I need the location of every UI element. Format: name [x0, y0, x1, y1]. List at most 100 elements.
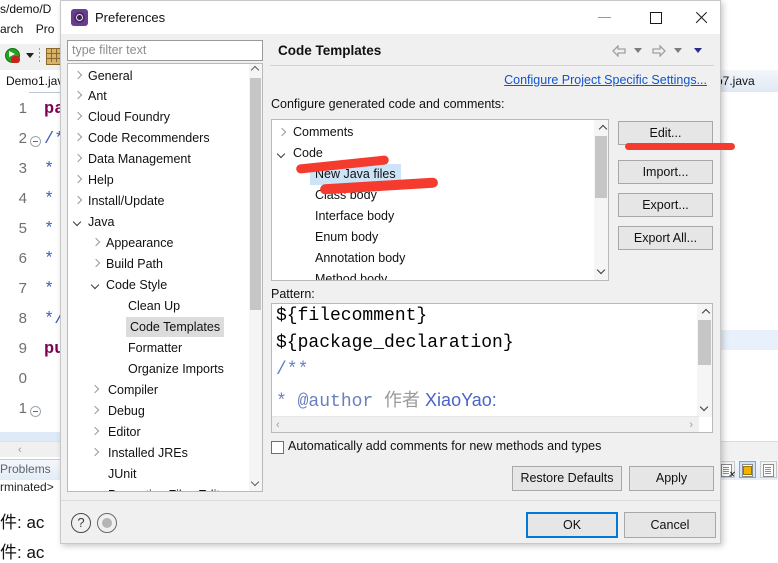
tree-item-code-style[interactable]: Code Style	[90, 275, 167, 295]
scroll-down-icon[interactable]	[597, 265, 607, 275]
tree-item-install-update[interactable]: Install/Update	[72, 191, 164, 211]
close-icon[interactable]	[678, 1, 724, 34]
tree-item-code-recommenders[interactable]: Code Recommenders	[72, 128, 210, 148]
tree-item-properties-files-editor[interactable]: Properties Files Editor	[108, 485, 231, 491]
tree-item-help[interactable]: Help	[72, 170, 114, 190]
import-button[interactable]: Import...	[618, 160, 713, 184]
tree-item-cloud-foundry[interactable]: Cloud Foundry	[72, 107, 170, 127]
tree-item-debug[interactable]: Debug	[108, 401, 145, 421]
tree-item-clean-up[interactable]: Clean Up	[128, 296, 180, 316]
editor-horizontal-scrollbar[interactable]: ‹	[0, 441, 60, 457]
tree-item-general[interactable]: General	[72, 66, 132, 86]
chevron-right-icon[interactable]	[73, 91, 83, 101]
chevron-right-icon[interactable]	[73, 175, 83, 185]
forward-arrow-icon[interactable]	[652, 44, 666, 58]
chevron-down-icon[interactable]	[73, 217, 83, 227]
menu-item-project[interactable]: Pro	[36, 22, 55, 36]
export-button[interactable]: Export...	[618, 193, 713, 217]
preferences-tree[interactable]: General Ant Cloud Foundry Code Recommend…	[67, 63, 263, 492]
tree-item-junit[interactable]: JUnit	[108, 464, 136, 484]
apply-button[interactable]: Apply	[629, 466, 714, 491]
scroll-left-icon[interactable]: ‹	[276, 419, 280, 431]
maximize-icon[interactable]	[633, 1, 679, 34]
problems-tab-label[interactable]: Problems	[0, 462, 51, 476]
chevron-right-icon[interactable]	[73, 71, 83, 81]
filter-input[interactable]: type filter text	[67, 40, 263, 61]
scroll-down-icon[interactable]	[252, 479, 259, 486]
cancel-button[interactable]: Cancel	[624, 512, 716, 538]
chevron-right-icon[interactable]	[90, 406, 100, 416]
chevron-right-icon[interactable]	[90, 427, 100, 437]
scroll-up-icon[interactable]	[252, 67, 259, 74]
code-templates-tree[interactable]: Comments Code New Java files Class body …	[271, 119, 609, 281]
auto-add-comments-checkbox[interactable]	[271, 441, 284, 454]
editor-tab-demo1[interactable]: Demo1.jav	[0, 70, 70, 92]
chevron-right-icon[interactable]	[91, 259, 101, 269]
chevron-right-icon[interactable]	[73, 133, 83, 143]
scroll-right-icon[interactable]: ›	[689, 419, 693, 431]
template-item-annotation-body[interactable]: Annotation body	[315, 248, 405, 269]
auto-add-comments-label[interactable]: Automatically add comments for new metho…	[288, 439, 601, 453]
menu-item-search[interactable]: arch	[0, 22, 23, 36]
fold-toggle-icon[interactable]	[30, 406, 41, 417]
chevron-right-icon[interactable]	[73, 154, 83, 164]
tree-item-organize-imports[interactable]: Organize Imports	[128, 359, 224, 379]
template-item-interface-body[interactable]: Interface body	[315, 206, 394, 227]
run-debug-icon[interactable]	[5, 48, 21, 64]
pattern-textarea[interactable]: ${filecomment} ${package_declaration} /*…	[271, 303, 713, 433]
dropdown-caret-icon[interactable]	[26, 53, 34, 58]
tree-item-appearance[interactable]: Appearance	[90, 233, 173, 253]
export-all-button[interactable]: Export All...	[618, 226, 713, 250]
forward-dropdown-caret-icon[interactable]	[674, 48, 682, 53]
minimize-icon[interactable]	[582, 1, 628, 34]
tree-item-data-management[interactable]: Data Management	[72, 149, 191, 169]
dialog-title-bar[interactable]: Preferences	[61, 1, 720, 34]
chevron-right-icon[interactable]	[91, 238, 101, 248]
view-toolbar-icons[interactable]: ✕	[718, 461, 778, 481]
tree-item-code-templates[interactable]: Code Templates	[126, 317, 225, 337]
scroll-up-icon[interactable]	[700, 308, 710, 318]
scrollbar-thumb[interactable]	[250, 78, 261, 310]
menu-bar[interactable]: arch Pro	[0, 22, 63, 36]
chevron-down-icon[interactable]	[277, 149, 287, 159]
tree-vertical-scrollbar[interactable]	[249, 64, 262, 491]
context-help-icon[interactable]	[97, 513, 117, 533]
tree-item-compiler[interactable]: Compiler	[108, 380, 158, 400]
templates-vertical-scrollbar[interactable]	[594, 120, 608, 280]
configure-project-specific-settings-link[interactable]: Configure Project Specific Settings...	[504, 73, 707, 87]
template-item-code[interactable]: Code	[276, 143, 323, 164]
help-question-icon[interactable]: ?	[71, 513, 91, 533]
pattern-vertical-scrollbar[interactable]	[697, 304, 712, 417]
scrollbar-thumb[interactable]	[595, 136, 607, 198]
template-item-enum-body[interactable]: Enum body	[315, 227, 378, 248]
scroll-down-icon[interactable]	[700, 402, 710, 412]
restore-defaults-button[interactable]: Restore Defaults	[512, 466, 622, 491]
template-item-comments[interactable]: Comments	[276, 122, 353, 143]
scrollbar-thumb[interactable]	[698, 320, 711, 365]
back-arrow-icon[interactable]	[612, 44, 626, 58]
tree-item-editor[interactable]: Editor	[108, 422, 141, 442]
page-icon[interactable]	[760, 461, 777, 478]
scroll-up-icon[interactable]	[597, 124, 607, 134]
chevron-right-icon[interactable]	[277, 128, 287, 138]
tree-item-build-path[interactable]: Build Path	[90, 254, 163, 274]
tree-item-java[interactable]: Java	[72, 212, 114, 232]
view-menu-caret-icon[interactable]	[694, 48, 702, 53]
back-dropdown-caret-icon[interactable]	[634, 48, 642, 53]
scroll-left-icon[interactable]: ‹	[18, 444, 22, 456]
tree-item-formatter[interactable]: Formatter	[128, 338, 182, 358]
chevron-down-icon[interactable]	[91, 280, 101, 290]
pattern-horizontal-scrollbar[interactable]: ‹ ›	[272, 416, 699, 432]
chevron-right-icon[interactable]	[90, 385, 100, 395]
template-item-method-body[interactable]: Method body	[315, 269, 387, 280]
edit-button[interactable]: Edit...	[618, 121, 713, 145]
chevron-right-icon[interactable]	[90, 448, 100, 458]
chevron-right-icon[interactable]	[73, 196, 83, 206]
fold-toggle-icon[interactable]	[30, 136, 41, 147]
tree-item-ant[interactable]: Ant	[72, 86, 107, 106]
lock-page-icon[interactable]	[739, 461, 756, 478]
ok-button[interactable]: OK	[526, 512, 618, 538]
tree-item-installed-jres[interactable]: Installed JREs	[108, 443, 188, 463]
chevron-right-icon[interactable]	[73, 112, 83, 122]
ide-toolbar[interactable]	[0, 44, 63, 71]
